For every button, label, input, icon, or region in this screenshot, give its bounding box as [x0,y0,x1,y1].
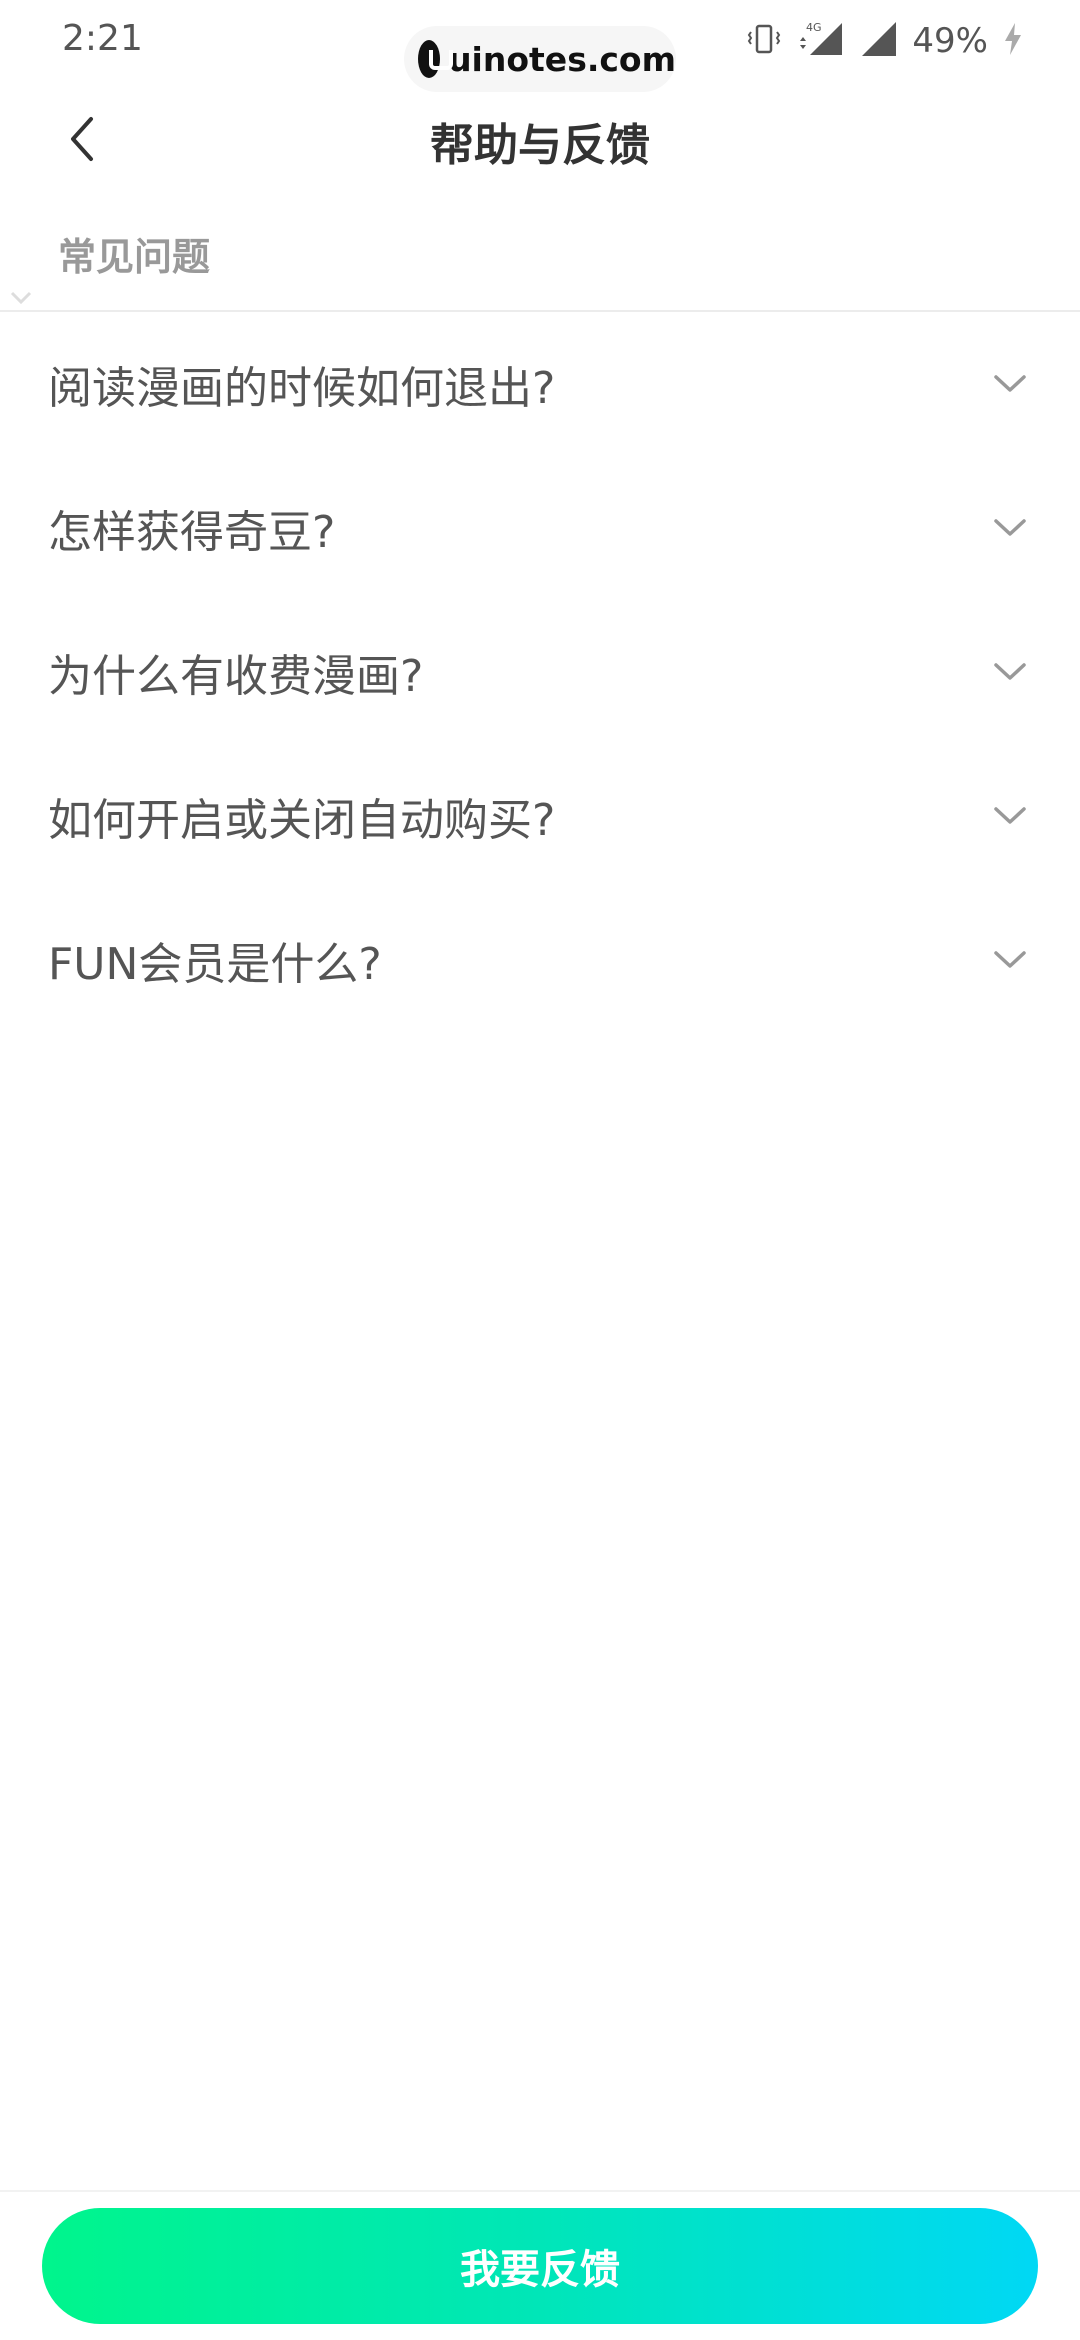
faq-item[interactable]: 怎样获得奇豆? [0,456,1080,600]
status-icons: 4G 49% [746,16,1024,66]
header: 帮助与反馈 [0,95,1080,185]
page-title: 帮助与反馈 [430,120,650,171]
faq-item[interactable]: 阅读漫画的时候如何退出? [0,312,1080,456]
section-title: 常见问题 [58,235,211,279]
vibrate-icon [746,21,782,61]
faq-question: 如何开启或关闭自动购买? [48,795,556,846]
faq-question: 怎样获得奇豆? [48,507,336,558]
pull-indicator-icon [10,291,32,305]
charging-icon [1002,21,1024,61]
faq-item[interactable]: FUN会员是什么? [0,888,1080,1032]
feedback-button-label: 我要反馈 [460,2247,620,2293]
faq-question: 阅读漫画的时候如何退出? [48,363,556,414]
signal-icon [860,20,898,62]
network-label: 4G [806,21,822,34]
faq-item[interactable]: 为什么有收费漫画? [0,600,1080,744]
faq-list: 阅读漫画的时候如何退出? 怎样获得奇豆? 为什么有收费漫画? 如何开启或关闭自动… [0,312,1080,1032]
watermark-text: uinotes.com [448,39,676,79]
watermark-badge: uinotes.com [404,26,676,92]
faq-question: FUN会员是什么? [48,939,382,990]
chevron-down-icon [990,652,1030,692]
feedback-button[interactable]: 我要反馈 [42,2208,1038,2324]
faq-question: 为什么有收费漫画? [48,651,424,702]
faq-item[interactable]: 如何开启或关闭自动购买? [0,744,1080,888]
chevron-down-icon [990,508,1030,548]
signal-4g-icon: 4G [796,19,846,63]
chevron-down-icon [990,796,1030,836]
uinotes-logo-icon [418,40,454,78]
chevron-down-icon [990,940,1030,980]
status-time: 2:21 [62,18,143,59]
chevron-down-icon [990,364,1030,404]
status-bar: 2:21 uinotes.com 4G 49% [0,0,1080,92]
battery-percentage: 49% [912,21,988,61]
